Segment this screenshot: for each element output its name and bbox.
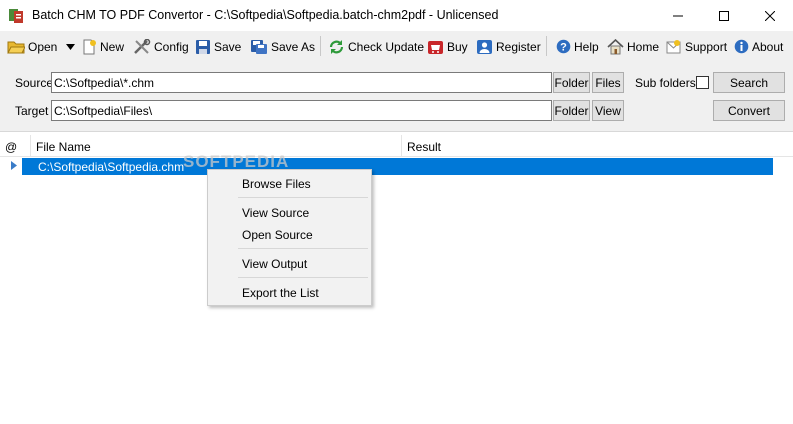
shopping-cart-icon — [428, 40, 443, 54]
support-button[interactable]: Support — [665, 36, 727, 57]
column-header-result[interactable]: Result — [402, 135, 793, 157]
svg-text:?: ? — [560, 42, 567, 54]
save-as-label: Save As — [271, 39, 316, 54]
save-as-icon — [251, 39, 267, 54]
convert-button[interactable]: Convert — [713, 100, 785, 121]
config-label: Config — [154, 39, 189, 54]
context-menu: Browse Files View Source Open Source Vie… — [207, 169, 372, 306]
user-icon — [477, 39, 492, 54]
support-icon — [666, 39, 681, 53]
config-button[interactable]: Config — [133, 36, 189, 57]
target-input[interactable]: C:\Softpedia\Files\ — [51, 100, 552, 121]
close-button[interactable] — [747, 0, 793, 31]
app-icon — [9, 9, 23, 23]
close-icon — [765, 10, 775, 21]
list-header: @ File Name Result — [0, 135, 793, 157]
menu-separator — [238, 277, 368, 278]
maximize-icon — [719, 10, 729, 21]
menu-separator — [238, 197, 368, 198]
open-button[interactable]: Open — [7, 36, 57, 57]
file-list[interactable]: @ File Name Result C:\Softpedia\Softpedi… — [0, 133, 793, 424]
toolbar-separator — [320, 36, 321, 56]
toolbar-separator — [546, 36, 547, 56]
menu-item-export-list[interactable]: Export the List — [210, 281, 369, 303]
register-button[interactable]: Register — [476, 36, 541, 57]
floppy-icon — [196, 39, 210, 54]
column-header-at[interactable]: @ — [0, 135, 31, 157]
subfolders-checkbox[interactable] — [696, 76, 709, 89]
register-label: Register — [496, 39, 541, 54]
open-folder-icon — [7, 41, 25, 53]
info-icon — [734, 39, 749, 54]
menu-item-open-source[interactable]: Open Source — [210, 223, 369, 245]
target-folder-button[interactable]: Folder — [553, 100, 590, 121]
subfolders-label: Sub folders — [635, 76, 696, 90]
help-button[interactable]: ? Help — [556, 36, 599, 57]
new-label: New — [100, 39, 125, 54]
save-as-button[interactable]: Save As — [250, 36, 315, 57]
path-panel: Source C:\Softpedia\*.chm Folder Files S… — [0, 61, 793, 132]
check-update-button[interactable]: Check Update — [328, 36, 424, 57]
open-label: Open — [28, 39, 58, 54]
source-files-button[interactable]: Files — [592, 72, 624, 93]
home-icon — [607, 38, 624, 54]
buy-button[interactable]: Buy — [427, 36, 468, 57]
new-file-icon — [83, 39, 96, 54]
refresh-icon — [329, 39, 344, 54]
about-button[interactable]: About — [734, 36, 783, 57]
save-button[interactable]: Save — [195, 36, 241, 57]
target-view-button[interactable]: View — [592, 100, 624, 121]
target-label: Target — [15, 104, 49, 118]
chevron-down-icon — [66, 43, 75, 50]
minimize-icon — [673, 15, 683, 16]
row-file-name: C:\Softpedia\Softpedia.chm — [38, 160, 185, 174]
about-label: About — [752, 39, 784, 54]
table-row[interactable]: C:\Softpedia\Softpedia.chm — [22, 158, 773, 175]
support-label: Support — [685, 39, 728, 54]
home-button[interactable]: Home — [607, 36, 659, 57]
window-title: Batch CHM TO PDF Convertor - C:\Softpedi… — [32, 8, 499, 22]
toolbar: Open New Config Save Save As Check Updat… — [0, 31, 793, 61]
help-icon: ? — [556, 39, 571, 54]
help-label: Help — [574, 39, 599, 54]
source-input[interactable]: C:\Softpedia\*.chm — [51, 72, 552, 93]
menu-separator — [238, 248, 368, 249]
minimize-button[interactable] — [655, 0, 701, 31]
open-dropdown-button[interactable] — [66, 36, 75, 57]
new-button[interactable]: New — [81, 36, 124, 57]
source-label: Source — [15, 76, 54, 90]
home-label: Home — [627, 39, 660, 54]
save-label: Save — [214, 39, 242, 54]
tools-icon — [134, 38, 151, 54]
menu-item-view-output[interactable]: View Output — [210, 252, 369, 274]
menu-item-browse-files[interactable]: Browse Files — [210, 172, 369, 194]
row-indicator-icon — [11, 161, 17, 170]
search-button[interactable]: Search — [713, 72, 785, 93]
buy-label: Buy — [447, 39, 468, 54]
menu-item-view-source[interactable]: View Source — [210, 201, 369, 223]
check-update-label: Check Update — [348, 39, 425, 54]
title-bar: Batch CHM TO PDF Convertor - C:\Softpedi… — [0, 0, 793, 31]
source-folder-button[interactable]: Folder — [553, 72, 590, 93]
maximize-button[interactable] — [701, 0, 747, 31]
